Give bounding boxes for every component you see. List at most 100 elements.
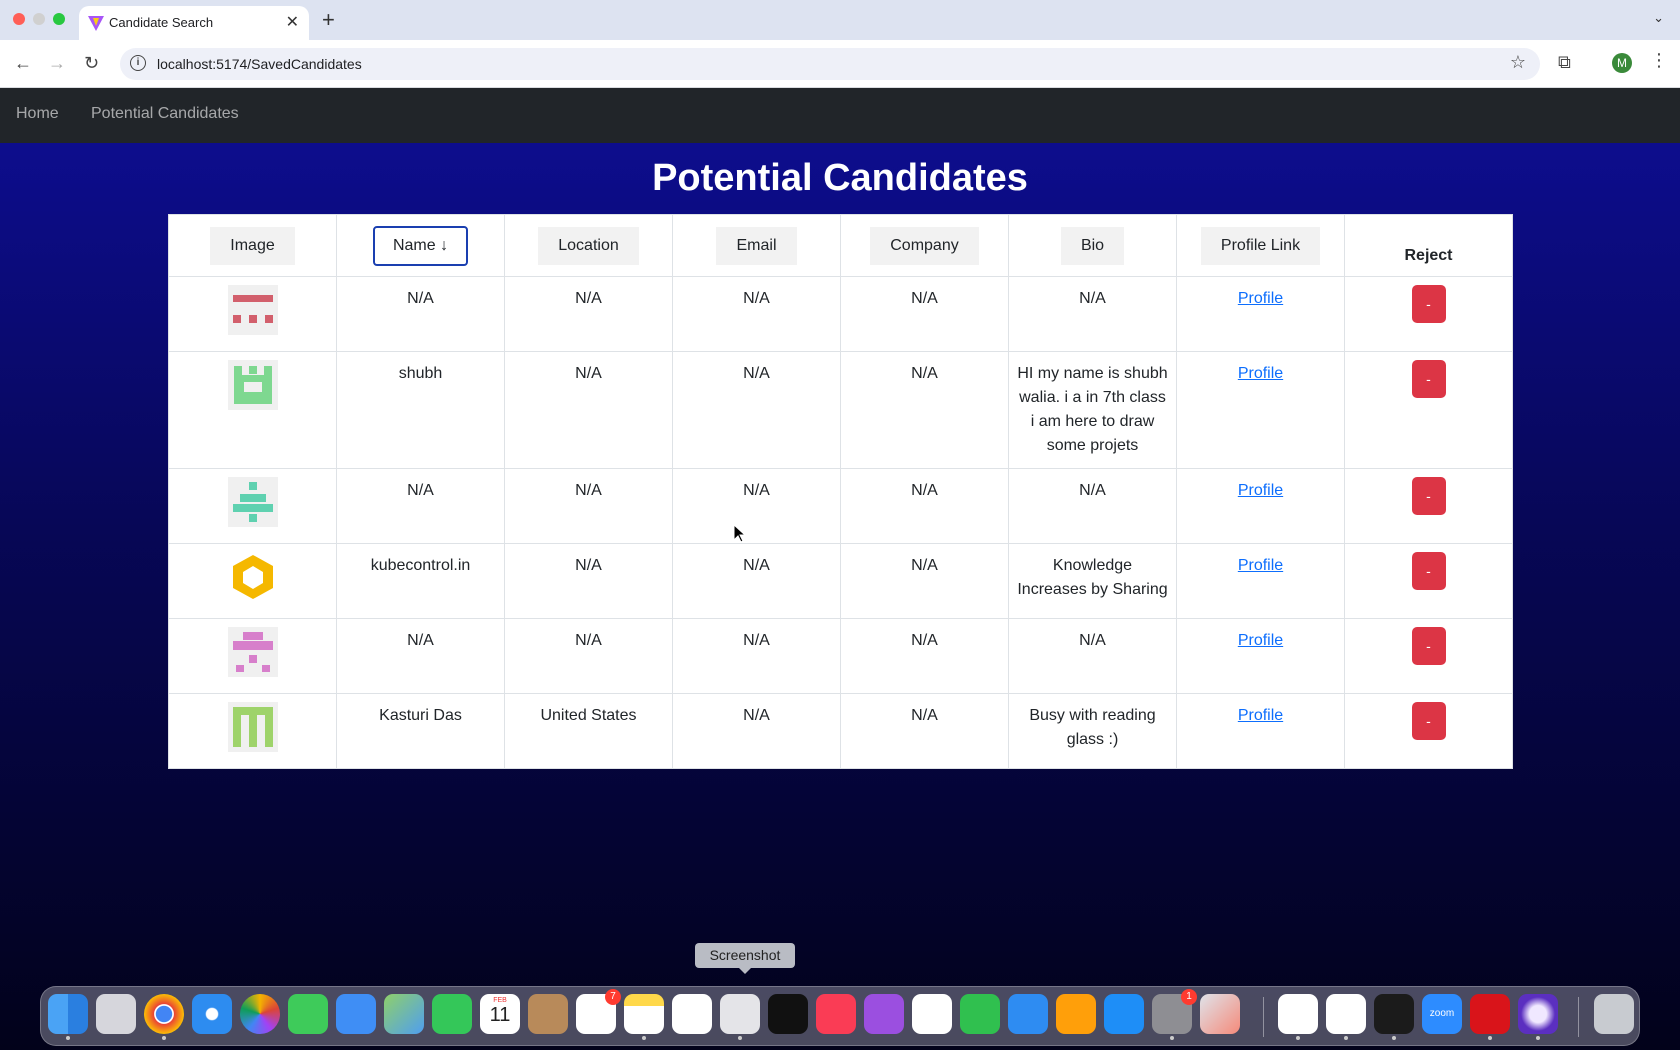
avatar-cell [168, 276, 337, 352]
profile-link[interactable]: Profile [1238, 632, 1283, 649]
maps-icon[interactable] [384, 994, 424, 1034]
bookmark-star-icon[interactable]: ☆ [1510, 52, 1526, 73]
macos-dock: FEB 11 7 1 zoom [40, 986, 1640, 1046]
avatar [227, 627, 278, 677]
system-settings-icon[interactable]: 1 [1152, 989, 1197, 1040]
reject-button[interactable]: - [1411, 627, 1446, 665]
new-tab-icon[interactable]: + [322, 7, 335, 33]
reminders-icon[interactable]: 7 [576, 989, 621, 1034]
reload-icon[interactable]: ↻ [84, 53, 99, 74]
location-cell: N/A [504, 468, 673, 544]
screenshot-icon[interactable] [720, 994, 760, 1040]
close-tab-icon[interactable]: ✕ [286, 12, 299, 32]
sort-image-button[interactable]: Image [210, 226, 295, 265]
email-cell: N/A [672, 543, 841, 619]
profile-link[interactable]: Profile [1238, 482, 1283, 499]
reject-cell: - [1344, 351, 1513, 469]
company-cell: N/A [840, 693, 1009, 769]
mail-icon[interactable] [336, 994, 376, 1034]
browser-tab-bar: Candidate Search ✕ + ⌄ [0, 0, 1680, 40]
bio-cell: N/A [1008, 618, 1177, 694]
maximize-window-button[interactable] [53, 13, 65, 25]
app-store-icon[interactable] [1104, 994, 1144, 1034]
browser-tab[interactable]: Candidate Search ✕ [79, 6, 309, 40]
table-row: kubecontrol.in N/A N/A N/A Knowledge Inc… [168, 543, 1513, 619]
sort-name-button[interactable]: Name ↓ [372, 225, 469, 266]
profile-link[interactable]: Profile [1238, 290, 1283, 307]
profile-avatar[interactable]: M [1612, 53, 1632, 73]
profile-link[interactable]: Profile [1238, 365, 1283, 382]
bio-cell: N/A [1008, 468, 1177, 544]
reject-button[interactable]: - [1411, 285, 1446, 323]
avatar-cell [168, 693, 337, 769]
name-cell: shubh [336, 351, 505, 469]
calendar-icon[interactable]: FEB 11 [480, 994, 520, 1034]
header-name: Name ↓ [336, 214, 505, 277]
numbers-icon[interactable] [960, 994, 1000, 1034]
nav-potential-candidates-link[interactable]: Potential Candidates [91, 105, 239, 123]
profile-link[interactable]: Profile [1238, 707, 1283, 724]
reject-button[interactable]: - [1411, 477, 1446, 515]
terminal-icon[interactable] [1374, 994, 1414, 1040]
dock-separator [1578, 997, 1579, 1037]
email-cell: N/A [672, 276, 841, 352]
photos-icon[interactable] [240, 994, 280, 1034]
header-reject: Reject [1344, 214, 1513, 277]
forward-icon[interactable]: → [48, 53, 66, 74]
table-row: N/A N/A N/A N/A N/A Profile - [168, 276, 1513, 352]
notes-icon[interactable] [624, 994, 664, 1040]
site-info-icon[interactable]: i [130, 55, 146, 71]
pages-icon[interactable] [1056, 994, 1096, 1034]
sort-profile-button[interactable]: Profile Link [1200, 226, 1321, 265]
kebab-menu-icon[interactable]: ⋮ [1650, 50, 1668, 71]
bio-cell: N/A [1008, 276, 1177, 352]
avatar-cell [168, 351, 337, 469]
apple-tv-icon[interactable] [768, 994, 808, 1034]
sort-company-button[interactable]: Company [870, 226, 979, 265]
sort-email-button[interactable]: Email [716, 226, 797, 265]
freeform-icon[interactable] [672, 994, 712, 1034]
trash-icon[interactable] [1594, 994, 1634, 1034]
table-row: Kasturi Das United States N/A N/A Busy w… [168, 693, 1513, 769]
profile-cell: Profile [1176, 351, 1345, 469]
reject-button[interactable]: - [1411, 360, 1446, 398]
dock-tooltip: Screenshot [695, 943, 795, 968]
messages-icon[interactable] [288, 994, 328, 1034]
company-cell: N/A [840, 618, 1009, 694]
chrome-icon[interactable] [144, 994, 184, 1040]
news-icon[interactable] [912, 994, 952, 1034]
vpn-app-icon[interactable] [1518, 994, 1558, 1040]
safari-icon[interactable] [192, 994, 232, 1034]
zoom-icon[interactable]: zoom [1422, 994, 1462, 1034]
contacts-icon[interactable] [528, 994, 568, 1034]
address-bar[interactable]: i localhost:5174/SavedCandidates ☆ [120, 48, 1540, 80]
reject-button[interactable]: - [1411, 702, 1446, 740]
extensions-icon[interactable]: ⧉ [1558, 52, 1571, 73]
sort-location-button[interactable]: Location [538, 226, 639, 265]
back-icon[interactable]: ← [14, 53, 32, 74]
sort-bio-button[interactable]: Bio [1060, 226, 1125, 265]
facetime-icon[interactable] [432, 994, 472, 1034]
avatar [227, 285, 278, 335]
slack-icon[interactable] [1326, 994, 1366, 1040]
company-cell: N/A [840, 276, 1009, 352]
vscode-icon[interactable] [1278, 994, 1318, 1040]
url-text: localhost:5174/SavedCandidates [157, 56, 362, 72]
name-cell: Kasturi Das [336, 693, 505, 769]
close-window-button[interactable] [13, 13, 25, 25]
nav-home-link[interactable]: Home [16, 105, 59, 123]
keynote-icon[interactable] [1008, 994, 1048, 1034]
reject-button[interactable]: - [1411, 552, 1446, 590]
avatar [227, 702, 278, 752]
profile-link[interactable]: Profile [1238, 557, 1283, 574]
iphone-mirroring-icon[interactable] [1200, 994, 1240, 1034]
launchpad-icon[interactable] [96, 994, 136, 1034]
minimize-window-button[interactable] [33, 13, 45, 25]
podcasts-icon[interactable] [864, 994, 904, 1034]
dock-separator [1263, 997, 1264, 1037]
app-navbar: Home Potential Candidates [0, 88, 1680, 143]
acrobat-icon[interactable] [1470, 994, 1510, 1040]
music-icon[interactable] [816, 994, 856, 1034]
chevron-down-icon[interactable]: ⌄ [1653, 10, 1664, 26]
finder-icon[interactable] [48, 994, 88, 1040]
